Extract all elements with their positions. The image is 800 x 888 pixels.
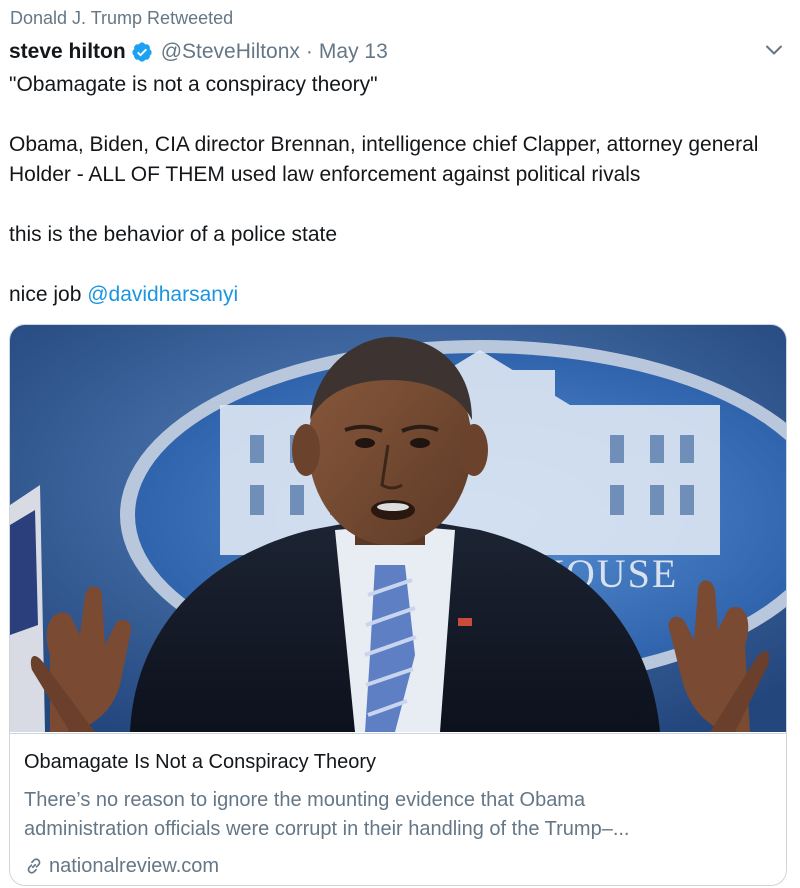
card-description-line-1: There’s no reason to ignore the mounting… bbox=[24, 789, 586, 811]
author-display-name[interactable]: steve hilton bbox=[9, 40, 126, 64]
card-description: There’s no reason to ignore the mounting… bbox=[24, 786, 764, 844]
mention-link[interactable]: @davidharsanyi bbox=[87, 283, 238, 306]
author-handle[interactable]: @SteveHiltonx bbox=[161, 40, 300, 64]
photo-of-man-at-podium-icon: HOUSE bbox=[10, 325, 786, 732]
chevron-down-icon[interactable] bbox=[762, 38, 786, 62]
link-icon bbox=[27, 858, 41, 874]
link-preview-card[interactable]: HOUSE Obamagate Is Not a Conspiracy Theo… bbox=[9, 324, 787, 886]
tweet-paragraph-accusation: Obama, Biden, CIA director Brennan, inte… bbox=[9, 133, 759, 186]
card-domain[interactable]: nationalreview.com bbox=[49, 855, 219, 878]
tweet-date[interactable]: May 13 bbox=[319, 40, 388, 64]
tweet-paragraph-police-state: this is the behavior of a police state bbox=[9, 223, 338, 246]
card-domain-row[interactable]: nationalreview.com bbox=[24, 851, 219, 881]
verified-badge-icon bbox=[132, 42, 152, 62]
card-description-line-2: administration officials were corrupt in… bbox=[24, 818, 630, 840]
card-title[interactable]: Obamagate Is Not a Conspiracy Theory bbox=[24, 748, 376, 776]
header-separator: · bbox=[305, 40, 313, 63]
retweet-context[interactable]: Donald J. Trump Retweeted bbox=[10, 6, 233, 30]
tweet-paragraph-nice-job: nice job @davidharsanyi bbox=[9, 280, 238, 310]
card-text-block[interactable]: Obamagate Is Not a Conspiracy Theory The… bbox=[10, 733, 786, 877]
tweet-header: steve hilton @SteveHiltonx · May 13 bbox=[9, 37, 388, 67]
tweet-quote-line: "Obamagate is not a conspiracy theory" bbox=[9, 73, 378, 96]
nice-job-text: nice job bbox=[9, 283, 88, 306]
card-image[interactable]: HOUSE bbox=[10, 325, 786, 732]
